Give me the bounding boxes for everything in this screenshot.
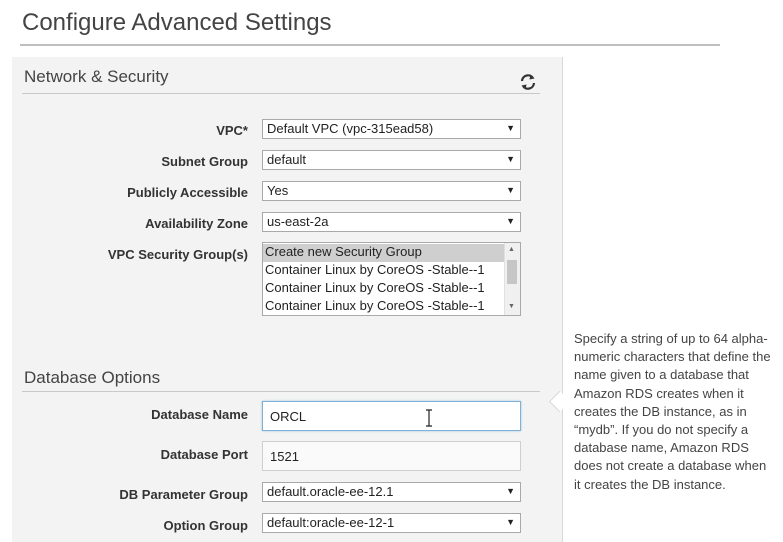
option-group-label: Option Group <box>163 518 248 533</box>
database-options-title: Database Options <box>24 368 161 387</box>
title-divider <box>20 44 720 46</box>
listbox-scrollbar[interactable]: ▲ ▼ <box>504 243 520 315</box>
db-parameter-group-select[interactable]: default.oracle-ee-12.1 ▼ <box>262 482 521 502</box>
scrollbar-thumb[interactable] <box>507 260 517 284</box>
publicly-accessible-value: Yes <box>267 183 289 198</box>
dropdown-arrow-icon: ▼ <box>506 486 515 496</box>
refresh-icon[interactable] <box>518 72 538 92</box>
vpc-label: VPC* <box>216 123 248 138</box>
scroll-up-icon[interactable]: ▲ <box>508 246 515 253</box>
dropdown-arrow-icon: ▼ <box>506 154 515 164</box>
page-title: Configure Advanced Settings <box>22 9 332 36</box>
database-name-value: ORCL <box>270 409 307 424</box>
text-cursor-icon <box>426 409 432 427</box>
network-security-title: Network & Security <box>24 67 169 86</box>
dropdown-arrow-icon: ▼ <box>506 185 515 195</box>
database-name-input[interactable]: ORCL <box>262 401 521 431</box>
network-security-divider <box>22 93 540 94</box>
db-parameter-group-label: DB Parameter Group <box>119 487 248 502</box>
security-group-option[interactable]: Container Linux by CoreOS -Stable--1 <box>263 262 507 280</box>
availability-zone-value: us-east-2a <box>267 214 329 229</box>
option-group-value: default:oracle-ee-12-1 <box>267 515 395 530</box>
dropdown-arrow-icon: ▼ <box>506 517 515 527</box>
availability-zone-label: Availability Zone <box>145 216 248 231</box>
database-name-label: Database Name <box>151 407 248 422</box>
subnet-group-select[interactable]: default ▼ <box>262 150 521 170</box>
security-group-option[interactable]: Container Linux by CoreOS -Stable--1 <box>263 298 507 315</box>
option-group-select[interactable]: default:oracle-ee-12-1 ▼ <box>262 513 521 533</box>
database-port-value: 1521 <box>270 449 299 464</box>
subnet-group-value: default <box>267 152 307 167</box>
database-port-label: Database Port <box>160 447 248 462</box>
dropdown-arrow-icon: ▼ <box>506 216 515 226</box>
security-group-option[interactable]: Create new Security Group <box>263 244 507 262</box>
security-groups-listbox[interactable]: Create new Security Group Container Linu… <box>262 242 521 316</box>
publicly-accessible-label: Publicly Accessible <box>127 185 248 200</box>
security-groups-label: VPC Security Group(s) <box>107 247 248 262</box>
help-text: Specify a string of up to 64 alpha-numer… <box>574 331 771 492</box>
dropdown-arrow-icon: ▼ <box>506 123 515 133</box>
scroll-down-icon[interactable]: ▼ <box>508 303 515 310</box>
database-port-input[interactable]: 1521 <box>262 441 521 471</box>
database-options-divider <box>22 391 540 392</box>
publicly-accessible-select[interactable]: Yes ▼ <box>262 181 521 201</box>
db-parameter-group-value: default.oracle-ee-12.1 <box>267 484 394 499</box>
vpc-value: Default VPC (vpc-315ead58) <box>267 121 434 136</box>
security-group-option[interactable]: Container Linux by CoreOS -Stable--1 <box>263 280 507 298</box>
vpc-select[interactable]: Default VPC (vpc-315ead58) ▼ <box>262 119 521 139</box>
subnet-group-label: Subnet Group <box>161 154 248 169</box>
availability-zone-select[interactable]: us-east-2a ▼ <box>262 212 521 232</box>
